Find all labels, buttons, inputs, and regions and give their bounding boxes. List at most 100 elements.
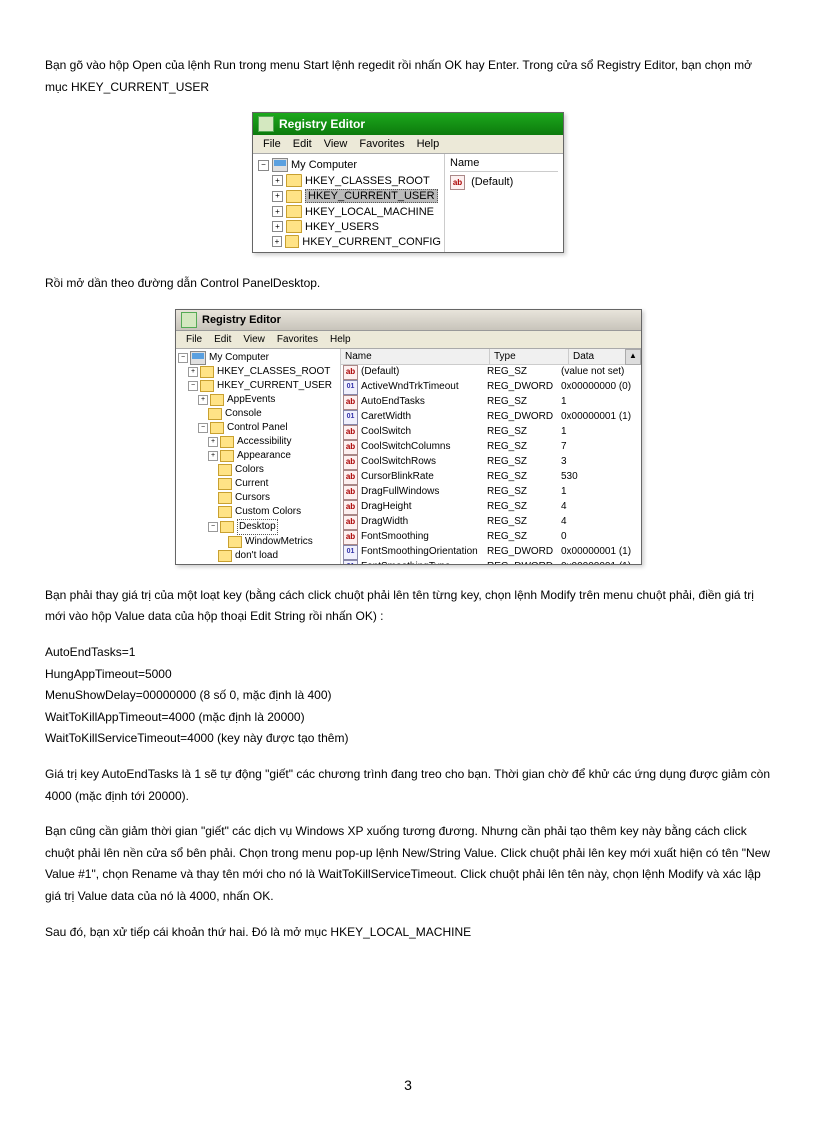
folder-icon [220, 450, 234, 462]
value-type: REG_DWORD [483, 545, 557, 560]
values-pane[interactable]: Name ab (Default) [445, 154, 563, 252]
title-bar[interactable]: Registry Editor [253, 113, 563, 135]
value-row[interactable]: abAutoEndTasksREG_SZ1 [341, 395, 641, 410]
node-label: Custom Colors [235, 505, 301, 519]
value-row[interactable]: abCursorBlinkRateREG_SZ530 [341, 470, 641, 485]
node-label: HKEY_CURRENT_USER [305, 189, 438, 203]
value-row[interactable]: abCoolSwitchColumnsREG_SZ7 [341, 440, 641, 455]
column-header-type[interactable]: Type [490, 349, 569, 364]
collapse-icon[interactable]: − [208, 522, 218, 532]
tree-node[interactable]: GWHotKey [178, 563, 338, 564]
tree-node-hkcu[interactable]: + HKEY_CURRENT_USER [256, 188, 441, 204]
expand-icon[interactable]: + [208, 451, 218, 461]
value-row[interactable]: abDragWidthREG_SZ4 [341, 515, 641, 530]
paragraph-2: Rồi mở dần theo đường dẫn Control PanelD… [45, 273, 771, 295]
expand-icon[interactable]: + [188, 367, 198, 377]
menu-edit[interactable]: Edit [208, 333, 237, 346]
folder-icon [228, 536, 242, 548]
menu-file[interactable]: File [180, 333, 208, 346]
tree-node-hkcr[interactable]: + HKEY_CLASSES_ROOT [256, 173, 441, 188]
value-data: 0 [557, 530, 641, 545]
value-row[interactable]: abDragFullWindowsREG_SZ1 [341, 485, 641, 500]
page-number: 3 [0, 1077, 816, 1093]
value-row[interactable]: abFontSmoothingREG_SZ0 [341, 530, 641, 545]
node-label: Desktop [237, 519, 278, 535]
tree-node[interactable]: +Accessibility [178, 435, 338, 449]
value-row[interactable]: 01CaretWidthREG_DWORD0x00000001 (1) [341, 410, 641, 425]
tree-node[interactable]: Custom Colors [178, 505, 338, 519]
tree-node[interactable]: +HKEY_CLASSES_ROOT [178, 365, 338, 379]
tree-node[interactable]: Console [178, 407, 338, 421]
expand-icon[interactable]: + [198, 395, 208, 405]
expand-icon[interactable]: + [272, 191, 283, 202]
value-type: REG_SZ [483, 485, 557, 500]
folder-icon [208, 408, 222, 420]
values-pane[interactable]: ▲ Name Type Data ab(Default)REG_SZ(value… [341, 349, 641, 564]
tree-node[interactable]: WindowMetrics [178, 535, 338, 549]
tree-node[interactable]: + AppEvents [178, 393, 338, 407]
value-name: DragWidth [361, 515, 408, 529]
value-row[interactable]: abCoolSwitchRowsREG_SZ3 [341, 455, 641, 470]
node-label: Current [235, 477, 268, 491]
menu-view[interactable]: View [318, 137, 354, 151]
tree-node-my-computer[interactable]: − My Computer [256, 157, 441, 173]
tree-node[interactable]: Cursors [178, 491, 338, 505]
value-data: 1 [557, 425, 641, 440]
menu-favorites[interactable]: Favorites [353, 137, 410, 151]
value-row[interactable]: 01ActiveWndTrkTimeoutREG_DWORD0x00000000… [341, 380, 641, 395]
folder-icon [285, 235, 299, 248]
scroll-up-button[interactable]: ▲ [625, 349, 641, 365]
menu-favorites[interactable]: Favorites [271, 333, 324, 346]
menu-help[interactable]: Help [324, 333, 357, 346]
tree-node[interactable]: Current [178, 477, 338, 491]
node-label: AppEvents [227, 393, 275, 407]
value-data: 0x00000000 (0) [557, 380, 641, 395]
value-name: CursorBlinkRate [361, 470, 434, 484]
value-row-default[interactable]: ab (Default) [450, 175, 558, 190]
value-data: 0x00000001 (1) [557, 410, 641, 425]
value-type: REG_SZ [483, 440, 557, 455]
value-row[interactable]: abDragHeightREG_SZ4 [341, 500, 641, 515]
value-row[interactable]: 01FontSmoothingTypeREG_DWORD0x00000001 (… [341, 560, 641, 564]
expand-icon[interactable]: + [272, 221, 283, 232]
registry-tree[interactable]: −My Computer+HKEY_CLASSES_ROOT−HKEY_CURR… [176, 349, 341, 564]
tree-node[interactable]: +Appearance [178, 449, 338, 463]
column-header-name[interactable]: Name [341, 349, 490, 364]
tree-node-hkcc[interactable]: + HKEY_CURRENT_CONFIG [256, 234, 441, 249]
expand-icon[interactable]: + [272, 175, 283, 186]
tree-node[interactable]: −HKEY_CURRENT_USER [178, 379, 338, 393]
value-data: 0x00000001 (1) [557, 560, 641, 564]
tree-node[interactable]: −Control Panel [178, 421, 338, 435]
expand-icon[interactable]: + [272, 206, 283, 217]
menu-bar: File Edit View Favorites Help [176, 331, 641, 349]
value-data: 1 [557, 485, 641, 500]
expand-icon[interactable]: + [272, 236, 282, 247]
folder-icon [286, 190, 302, 203]
menu-file[interactable]: File [257, 137, 287, 151]
collapse-icon[interactable]: − [188, 381, 198, 391]
window-title: Registry Editor [279, 117, 365, 131]
collapse-icon[interactable]: − [198, 423, 208, 433]
registry-tree[interactable]: − My Computer + HKEY_CLASSES_ROOT + HKEY… [253, 154, 445, 252]
menu-edit[interactable]: Edit [287, 137, 318, 151]
tree-node[interactable]: − Desktop [178, 519, 338, 535]
paragraph-4: Giá trị key AutoEndTasks là 1 sẽ tự động… [45, 764, 771, 807]
value-type: REG_SZ [483, 395, 557, 410]
tree-node[interactable]: −My Computer [178, 351, 338, 365]
tree-node-hku[interactable]: + HKEY_USERS [256, 219, 441, 234]
tree-node[interactable]: Colors [178, 463, 338, 477]
tree-node-hklm[interactable]: + HKEY_LOCAL_MACHINE [256, 204, 441, 219]
column-header-name[interactable]: Name [450, 157, 558, 172]
expand-icon[interactable]: + [208, 437, 218, 447]
value-row[interactable]: 01FontSmoothingOrientationREG_DWORD0x000… [341, 545, 641, 560]
registry-icon [258, 116, 274, 132]
value-row[interactable]: abCoolSwitchREG_SZ1 [341, 425, 641, 440]
collapse-icon[interactable]: − [258, 160, 269, 171]
collapse-icon[interactable]: − [178, 353, 188, 363]
menu-help[interactable]: Help [411, 137, 446, 151]
menu-view[interactable]: View [237, 333, 271, 346]
folder-icon [218, 506, 232, 518]
value-row[interactable]: ab(Default)REG_SZ(value not set) [341, 365, 641, 380]
tree-node[interactable]: don't load [178, 549, 338, 563]
title-bar[interactable]: Registry Editor [176, 310, 641, 331]
